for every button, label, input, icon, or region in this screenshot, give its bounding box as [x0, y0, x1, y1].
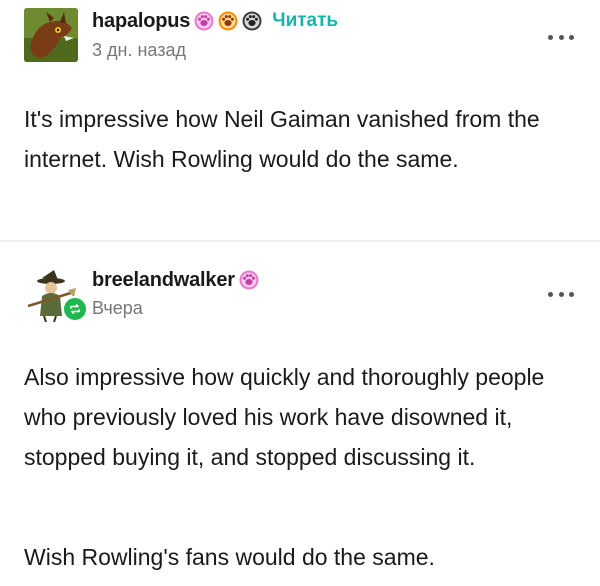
username[interactable]: hapalopus [92, 10, 190, 33]
more-options-icon[interactable] [548, 33, 574, 41]
paw-badge-pink-icon[interactable] [239, 270, 259, 290]
more-options-icon[interactable] [548, 290, 574, 298]
paw-badge-pink-icon[interactable] [194, 11, 214, 31]
username[interactable]: breelandwalker [92, 269, 235, 292]
post-hapalopus: hapalopus Читать 3 дн. назад It's impres… [0, 0, 600, 240]
follow-button[interactable]: Читать [272, 10, 338, 32]
paw-badge-dark-icon[interactable] [242, 11, 262, 31]
post-body-text: Also impressive how quickly and thorough… [24, 364, 545, 470]
paw-badge-orange-icon[interactable] [218, 11, 238, 31]
post-header: hapalopus Читать [92, 8, 338, 34]
post-header: breelandwalker [92, 267, 259, 293]
timestamp[interactable]: Вчера [92, 298, 143, 319]
reblog-icon [62, 296, 88, 322]
timestamp[interactable]: 3 дн. назад [92, 40, 186, 61]
post-body-text: Wish Rowling's fans would do the same. [24, 544, 435, 570]
post-body-text: It's impressive how Neil Gaiman vanished… [24, 106, 540, 172]
post-breelandwalker: breelandwalker Вчера Also impressive how… [0, 242, 600, 586]
avatar[interactable] [24, 8, 78, 62]
